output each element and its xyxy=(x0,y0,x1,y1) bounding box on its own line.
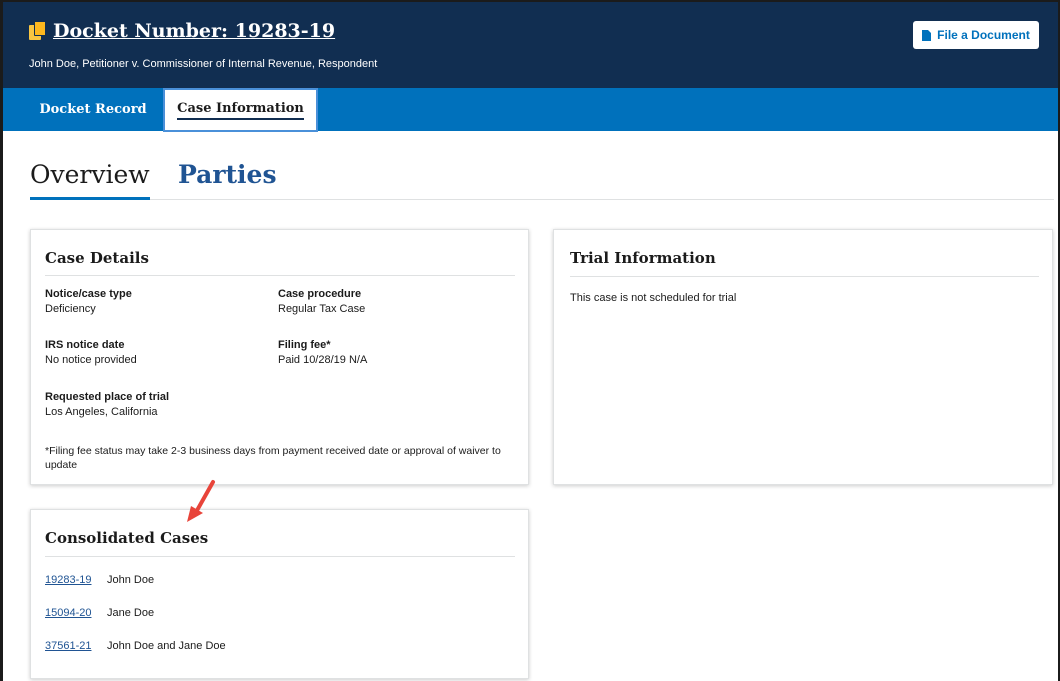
case-tabbar: Docket Record Case Information xyxy=(3,88,1058,132)
red-arrow-icon xyxy=(187,480,215,522)
trial-status-text: This case is not scheduled for trial xyxy=(570,292,737,304)
field-label: Notice/case type xyxy=(45,288,132,300)
divider xyxy=(570,276,1039,277)
folder-copy-icon xyxy=(29,21,47,41)
field-notice-type: Notice/case type Deficiency xyxy=(45,288,132,315)
field-label: Requested place of trial xyxy=(45,391,170,403)
case-caption: John Doe, Petitioner v. Commissioner of … xyxy=(29,58,378,70)
field-label: IRS notice date xyxy=(45,339,125,351)
divider xyxy=(45,275,515,276)
field-label: Case procedure xyxy=(278,288,362,300)
filing-fee-footnote: *Filing fee status may take 2-3 business… xyxy=(45,445,501,471)
field-irs-notice-date: IRS notice date No notice provided xyxy=(45,339,137,366)
trial-information-card: Trial Information This case is not sched… xyxy=(553,229,1053,485)
case-info-subtabs: Overview Parties xyxy=(30,150,1054,200)
field-case-procedure: Case procedure Regular Tax Case xyxy=(278,288,365,315)
consolidated-docket-link[interactable]: 15094-20 xyxy=(45,607,93,619)
field-filing-fee: Filing fee* Paid 10/28/19 N/A xyxy=(278,339,367,366)
field-value: Los Angeles, California xyxy=(45,406,158,418)
case-details-card: Case Details Notice/case type Deficiency… xyxy=(30,229,529,485)
file-button-label: File a Document xyxy=(937,28,1030,42)
consolidated-case-name: John Doe xyxy=(107,574,155,586)
tab-case-information-label: Case Information xyxy=(177,101,304,120)
docket-number-link[interactable]: Docket Number: 19283-19 xyxy=(53,20,335,42)
field-value: Paid 10/28/19 N/A xyxy=(278,354,368,366)
subtab-overview[interactable]: Overview xyxy=(30,160,150,200)
docket-title: Docket Number: 19283-19 xyxy=(29,20,335,42)
case-header: Docket Number: 19283-19 John Doe, Petiti… xyxy=(3,2,1058,88)
app-frame: Docket Number: 19283-19 John Doe, Petiti… xyxy=(0,0,1060,681)
case-details-title: Case Details xyxy=(45,249,149,267)
consolidated-case-name: John Doe and Jane Doe xyxy=(107,640,226,652)
trial-information-title: Trial Information xyxy=(570,249,716,267)
consolidated-docket-link[interactable]: 19283-19 xyxy=(45,574,93,586)
field-place-of-trial: Requested place of trial Los Angeles, Ca… xyxy=(45,391,169,418)
list-item: 15094-20 Jane Doe xyxy=(45,607,154,619)
divider xyxy=(45,556,515,557)
list-item: 19283-19 John Doe xyxy=(45,574,154,586)
consolidated-cases-title: Consolidated Cases xyxy=(45,529,209,547)
subtab-parties[interactable]: Parties xyxy=(178,160,277,189)
consolidated-docket-link[interactable]: 37561-21 xyxy=(45,640,93,652)
tab-case-information[interactable]: Case Information xyxy=(163,88,318,132)
consolidated-case-name: Jane Doe xyxy=(107,607,155,619)
field-label: Filing fee* xyxy=(278,339,331,351)
file-icon xyxy=(922,29,932,41)
field-value: Deficiency xyxy=(45,303,96,315)
field-value: No notice provided xyxy=(45,354,137,366)
tab-docket-record[interactable]: Docket Record xyxy=(33,88,153,131)
consolidated-cases-card: Consolidated Cases 19283-19 John Doe 150… xyxy=(30,509,529,679)
file-a-document-button[interactable]: File a Document xyxy=(913,21,1039,49)
field-value: Regular Tax Case xyxy=(278,303,366,315)
list-item: 37561-21 John Doe and Jane Doe xyxy=(45,640,226,652)
